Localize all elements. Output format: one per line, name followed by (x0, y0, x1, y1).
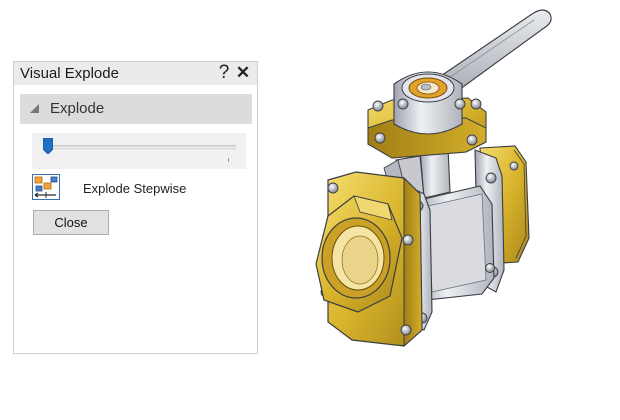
graphics-viewport[interactable]: Visual Explode ? ✕ Explode Explode Stepw… (0, 0, 620, 420)
explode-stepwise-row[interactable]: Explode Stepwise (32, 174, 246, 202)
explode-stepwise-icon[interactable] (32, 174, 60, 200)
ball-valve-model[interactable] (300, 0, 620, 420)
explode-section-label: Explode (50, 100, 105, 117)
explode-stepwise-label: Explode Stepwise (83, 181, 187, 196)
explode-section-header[interactable]: Explode (20, 94, 252, 124)
close-button[interactable]: Close (33, 210, 109, 235)
explode-slider[interactable] (32, 133, 246, 169)
slider-thumb[interactable] (43, 138, 53, 154)
close-icon[interactable]: ✕ (235, 63, 251, 83)
panel-header: Visual Explode ? ✕ (14, 62, 257, 85)
slider-end-tick (228, 158, 229, 162)
visual-explode-panel: Visual Explode ? ✕ Explode Explode Stepw… (13, 61, 258, 354)
slider-track[interactable] (44, 145, 236, 151)
help-icon[interactable]: ? (217, 62, 231, 84)
panel-title: Visual Explode (20, 65, 119, 82)
collapse-arrow-icon[interactable] (30, 104, 39, 113)
